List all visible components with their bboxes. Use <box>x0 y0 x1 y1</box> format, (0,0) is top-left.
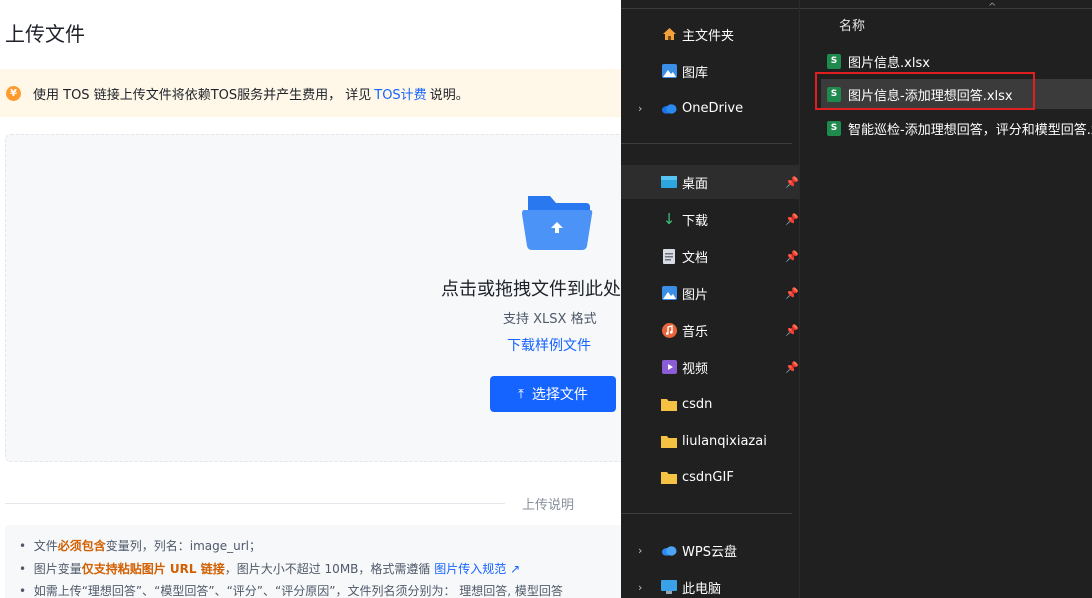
music-icon <box>661 322 677 338</box>
nav-item-this-pc[interactable]: › 此电脑 <box>621 570 799 598</box>
upload-instructions: • 文件必须包含变量列，列名：image_url； • 图片变量仅支持粘贴图片 … <box>5 525 625 598</box>
download-icon: ↓ <box>662 210 676 228</box>
instructions-divider <box>5 503 505 504</box>
nav-label: 下载 <box>682 213 709 229</box>
nav-label: csdnGIF <box>682 469 734 485</box>
nav-item-csdn[interactable]: csdn <box>621 387 799 421</box>
nav-label: WPS云盘 <box>682 544 737 560</box>
pin-icon[interactable]: 📌 <box>785 361 799 374</box>
choose-file-label: 选择文件 <box>531 387 588 403</box>
nav-item-csdngif[interactable]: csdnGIF <box>621 460 799 494</box>
tos-notice-banner: ¥ 使用 TOS 链接上传文件将依赖TOS服务并产生费用， 详见 TOS计费 说… <box>0 69 625 117</box>
gallery-icon <box>661 63 677 79</box>
file-name: 智能巡检-添加理想回答，评分和模型回答.xlsx <box>848 122 1092 138</box>
nav-label: 图片 <box>682 287 709 303</box>
note-text: 如需上传“理想回答”、“模型回答”、“评分”、“评分原因”，文件列名须分别为： … <box>33 584 563 598</box>
cloud-icon <box>661 542 677 558</box>
file-explorer-dialog: 主文件夹 图库 › OneDrive 桌面 📌 ↓ 下载 📌 文档 📌 图片 📌… <box>621 0 1092 598</box>
note-emphasis: 必须包含 <box>57 539 106 553</box>
chevron-right-icon[interactable]: › <box>638 581 642 594</box>
nav-label: 桌面 <box>682 176 709 192</box>
home-icon <box>661 26 677 42</box>
nav-label: 主文件夹 <box>682 28 735 44</box>
nav-label: liulanqixiazai <box>682 433 767 449</box>
sidebar-separator <box>621 513 792 514</box>
pictures-icon <box>661 285 677 301</box>
pin-icon[interactable]: 📌 <box>785 287 799 300</box>
nav-label: csdn <box>682 396 713 412</box>
nav-item-wps-cloud[interactable]: › WPS云盘 <box>621 533 799 567</box>
document-icon <box>661 248 677 264</box>
notice-text-end: 说明。 <box>429 87 469 103</box>
folder-icon <box>661 469 677 485</box>
dropzone-title: 点击或拖拽文件到此处 <box>441 279 621 300</box>
nav-item-home[interactable]: 主文件夹 <box>621 17 799 51</box>
upload-icon: ⤒ <box>518 386 524 402</box>
nav-item-desktop[interactable]: 桌面 📌 <box>621 165 799 199</box>
file-row[interactable]: S 智能巡检-添加理想回答，评分和模型回答.xlsx <box>821 113 1092 143</box>
desktop-icon <box>661 174 677 190</box>
sort-ascending-icon: ^ <box>988 2 997 13</box>
nav-item-pictures[interactable]: 图片 📌 <box>621 276 799 310</box>
nav-item-liulanqixiazai[interactable]: liulanqixiazai <box>621 424 799 458</box>
pin-icon[interactable]: 📌 <box>785 213 799 226</box>
external-link-icon: ↗ <box>506 562 521 576</box>
nav-item-gallery[interactable]: 图库 <box>621 54 799 88</box>
nav-label: 图库 <box>682 65 709 81</box>
cloud-icon <box>661 100 677 116</box>
folder-upload-icon <box>522 196 593 250</box>
folder-icon <box>661 433 677 449</box>
nav-item-videos[interactable]: 视频 📌 <box>621 350 799 384</box>
upload-page: 上传文件 ¥ 使用 TOS 链接上传文件将依赖TOS服务并产生费用， 详见 TO… <box>0 0 625 598</box>
nav-label: OneDrive <box>682 100 744 116</box>
pane-divider <box>799 0 800 598</box>
nav-item-onedrive[interactable]: › OneDrive <box>621 91 799 125</box>
navigation-pane: 主文件夹 图库 › OneDrive 桌面 📌 ↓ 下载 📌 文档 📌 图片 📌… <box>621 8 801 598</box>
instruction-item: • 图片变量仅支持粘贴图片 URL 链接，图片大小不超过 10MB，格式需遵循 … <box>19 562 521 576</box>
instruction-item: • 如需上传“理想回答”、“模型回答”、“评分”、“评分原因”，文件列名须分别为… <box>19 584 563 598</box>
nav-label: 此电脑 <box>682 581 722 597</box>
highlight-annotation-box <box>815 72 1035 110</box>
folder-icon <box>661 396 677 412</box>
page-title: 上传文件 <box>5 22 85 46</box>
note-text: 变量列，列名：image_url； <box>105 539 262 553</box>
file-dropzone[interactable]: 点击或拖拽文件到此处 支持 XLSX 格式 下载样例文件 ⤒ 选择文件 <box>5 134 625 462</box>
notice-text: 使用 TOS 链接上传文件将依赖TOS服务并产生费用， 详见 <box>33 87 372 103</box>
chevron-right-icon[interactable]: › <box>638 102 642 115</box>
image-spec-link[interactable]: 图片传入规范 <box>434 562 506 576</box>
nav-label: 音乐 <box>682 324 709 340</box>
instructions-label: 上传说明 <box>522 498 575 513</box>
note-text: 图片变量 <box>33 562 82 576</box>
sidebar-separator <box>621 143 792 144</box>
computer-icon <box>661 579 677 595</box>
pin-icon[interactable]: 📌 <box>785 324 799 337</box>
spreadsheet-icon: S <box>827 53 841 69</box>
note-emphasis: 仅支持粘贴图片 URL 链接 <box>81 562 225 576</box>
instruction-item: • 文件必须包含变量列，列名：image_url； <box>19 539 262 553</box>
spreadsheet-icon: S <box>827 120 841 136</box>
chevron-right-icon[interactable]: › <box>638 544 642 557</box>
pin-icon[interactable]: 📌 <box>785 176 799 189</box>
choose-file-button[interactable]: ⤒ 选择文件 <box>490 376 616 412</box>
nav-item-music[interactable]: 音乐 📌 <box>621 313 799 347</box>
tos-billing-link[interactable]: TOS计费 <box>374 84 426 103</box>
note-text: ，图片大小不超过 10MB，格式需遵循 <box>224 562 431 576</box>
coin-icon: ¥ <box>6 85 21 101</box>
pin-icon[interactable]: 📌 <box>785 250 799 263</box>
nav-item-documents[interactable]: 文档 📌 <box>621 239 799 273</box>
dropzone-format-hint: 支持 XLSX 格式 <box>503 312 597 327</box>
note-text: 文件 <box>33 539 58 553</box>
nav-label: 视频 <box>682 361 709 377</box>
file-name: 图片信息.xlsx <box>848 55 930 71</box>
nav-item-downloads[interactable]: ↓ 下载 📌 <box>621 202 799 236</box>
column-header-name[interactable]: 名称 <box>839 15 865 34</box>
video-icon <box>661 359 677 375</box>
download-sample-link[interactable]: 下载样例文件 <box>507 335 591 355</box>
nav-label: 文档 <box>682 250 709 266</box>
